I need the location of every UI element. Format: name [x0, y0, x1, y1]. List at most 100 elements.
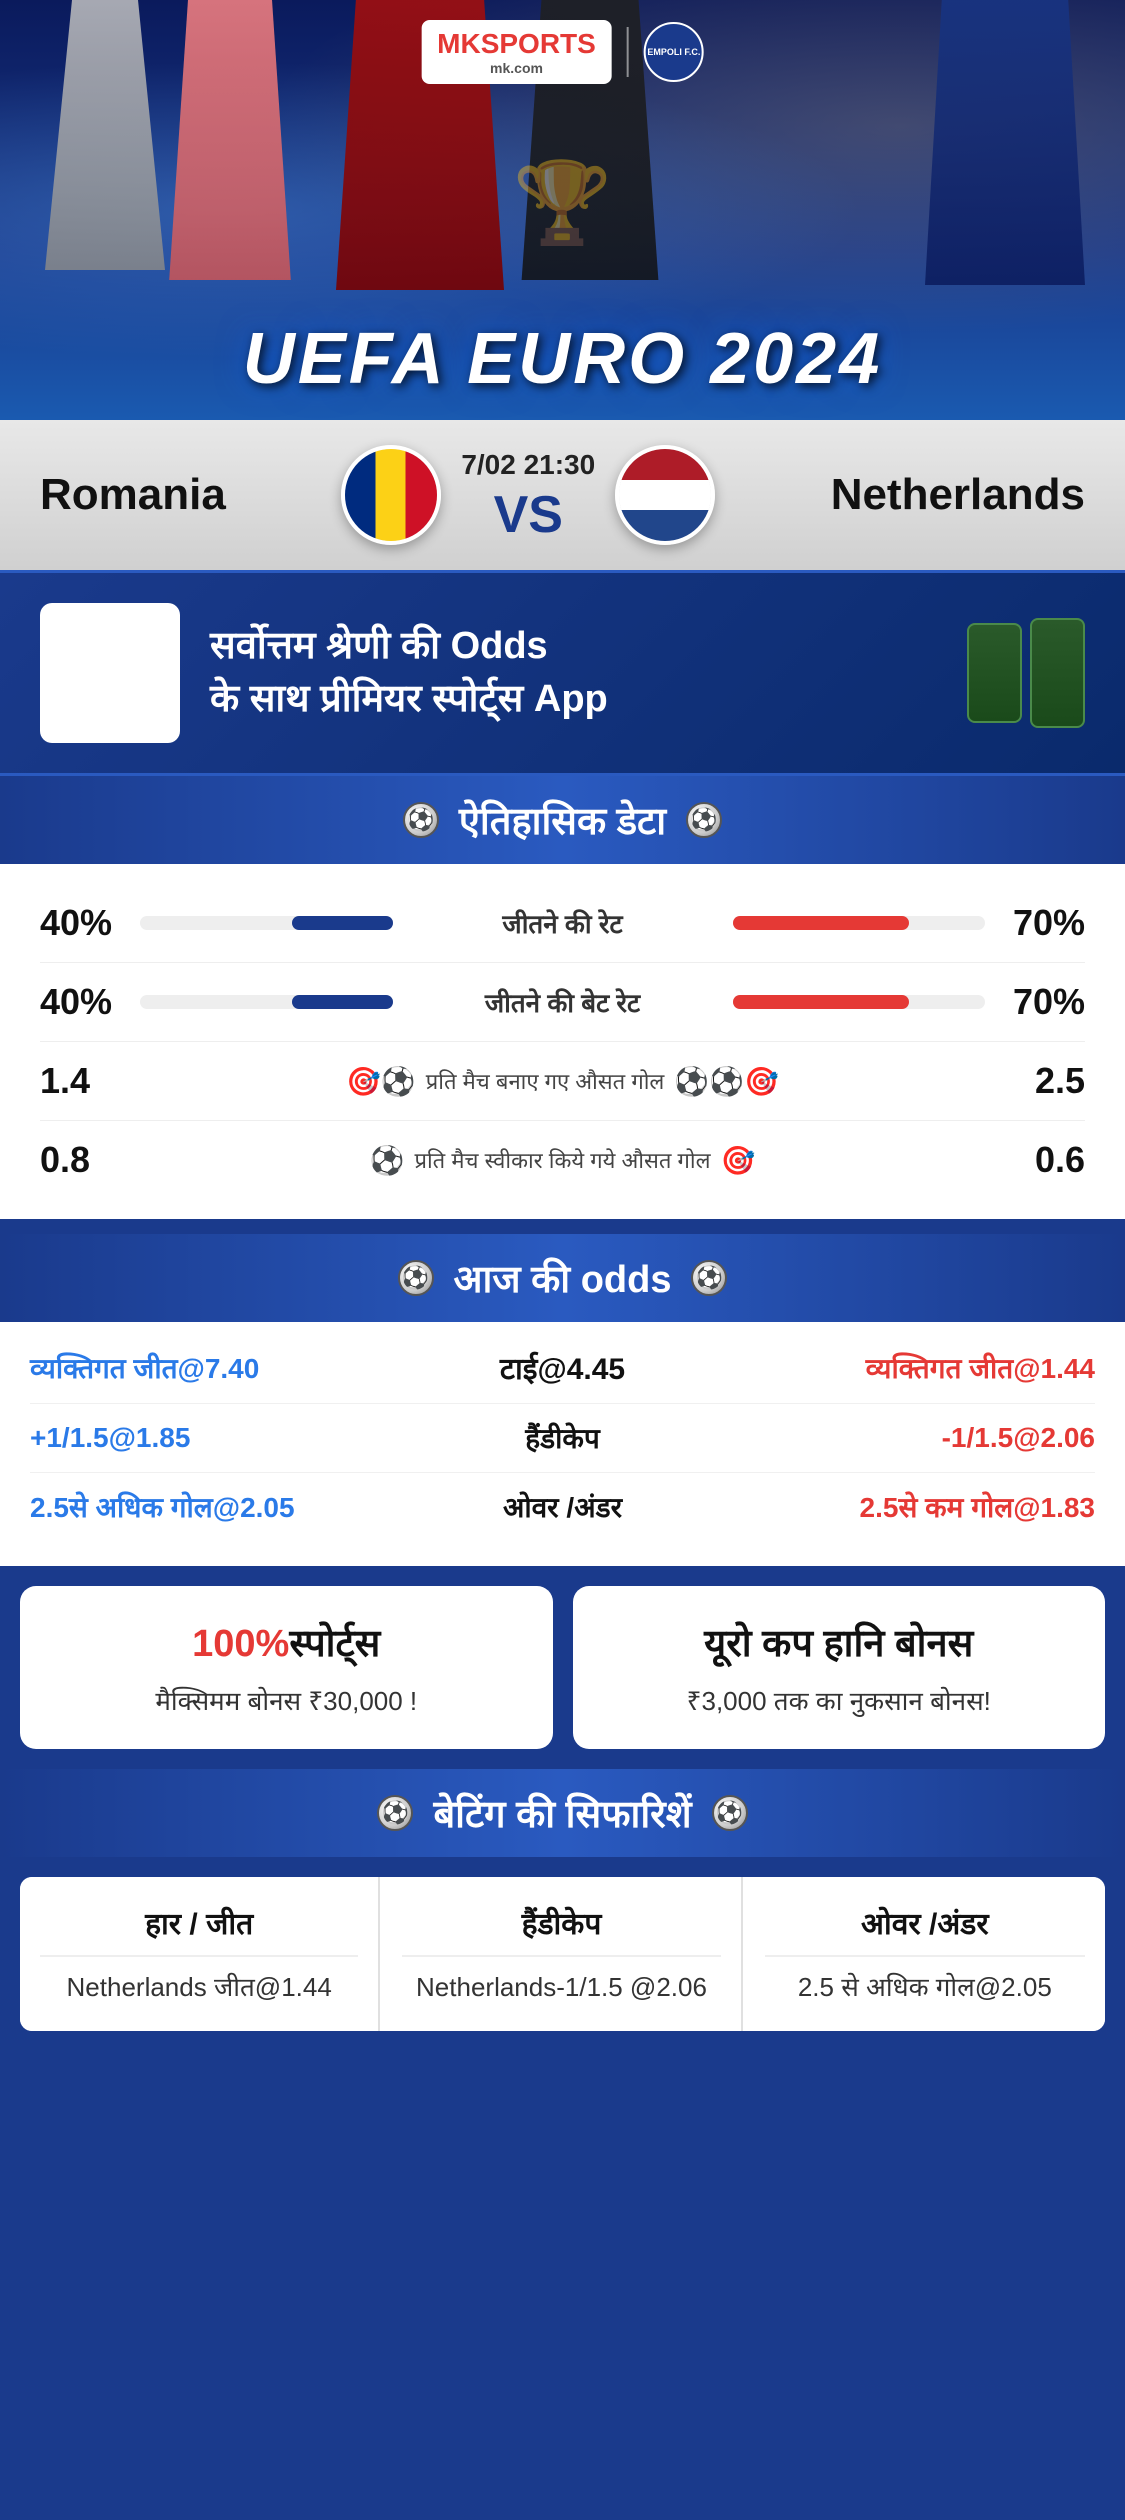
bet-rate-bar-right — [733, 995, 986, 1009]
odds-right-1: व्यक्तिगत जीत@1.44 — [795, 1349, 1095, 1387]
betting-col-3-value: 2.5 से अधिक गोल@2.05 — [765, 1969, 1085, 2005]
avg-goals-right-value: 2.5 — [985, 1060, 1085, 1102]
concede-icon-right: 🎯 — [721, 1144, 756, 1177]
logo-divider — [627, 27, 629, 77]
odds-ball-right: ⚽ — [691, 1260, 727, 1296]
betting-section: हार / जीत Netherlands जीत@1.44 हैंडीकेप … — [0, 1857, 1125, 2060]
odds-left-3: 2.5से अधिक गोल@2.05 — [30, 1488, 330, 1526]
hero-title: UEFA EURO 2024 — [0, 318, 1125, 400]
betting-ball-left: ⚽ — [377, 1795, 413, 1831]
betting-col-1-header: हार / जीत — [40, 1902, 358, 1957]
bet-rate-bar-left — [140, 995, 393, 1009]
win-rate-fill-right — [733, 916, 910, 930]
odds-left-1: व्यक्तिगत जीत@7.40 — [30, 1349, 330, 1387]
hero-logo: MKSPORTS mk.com EMPOLI F.C. — [421, 20, 704, 84]
odds-left-2: +1/1.5@1.85 — [30, 1422, 330, 1454]
trophy-icon: 🏆 — [513, 156, 613, 250]
match-date: 7/02 21:30 — [461, 449, 595, 481]
romania-flag — [341, 445, 441, 545]
match-center: 7/02 21:30 VS — [461, 449, 595, 541]
player-silhouette-5 — [905, 0, 1105, 285]
odds-right-2: -1/1.5@2.06 — [795, 1422, 1095, 1454]
odds-row-2: +1/1.5@1.85 हैंडीकेप -1/1.5@2.06 — [30, 1404, 1095, 1473]
player-silhouette-1 — [30, 0, 180, 270]
bet-rate-left-value: 40% — [40, 981, 120, 1023]
goal-icon-left: 🎯⚽ — [346, 1065, 416, 1098]
betting-cell-1: हार / जीत Netherlands जीत@1.44 — [20, 1877, 380, 2030]
avg-goals-row: 1.4 🎯⚽ प्रति मैच बनाए गए औसत गोल ⚽⚽🎯 2.5 — [40, 1042, 1085, 1121]
historical-data-title: ऐतिहासिक डेटा — [459, 794, 666, 846]
gap-1 — [0, 1219, 1125, 1234]
avg-concede-right-value: 0.6 — [985, 1139, 1085, 1181]
avg-goals-left-value: 1.4 — [40, 1060, 140, 1102]
bonus-card-2: यूरो कप हानि बोनस ₹3,000 तक का नुकसान बो… — [573, 1586, 1106, 1749]
bet-rate-label: जीतने की बेट रेट — [413, 984, 713, 1020]
match-section: Romania 7/02 21:30 VS Netherlands — [0, 420, 1125, 570]
soccer-ball-icon-right: ⚽ — [686, 802, 722, 838]
avg-concede-row: 0.8 ⚽ प्रति मैच स्वीकार किये गये औसत गोल… — [40, 1121, 1085, 1199]
flags-row: 7/02 21:30 VS — [341, 445, 715, 545]
odds-center-2: हैंडीकेप — [330, 1419, 795, 1457]
team-right-name: Netherlands — [831, 470, 1085, 520]
bet-rate-fill-left — [292, 995, 393, 1009]
netherlands-flag-colors — [619, 449, 711, 541]
betting-cell-3: ओवर /अंडर 2.5 से अधिक गोल@2.05 — [745, 1877, 1105, 2030]
bet-rate-row: 40% जीतने की बेट रेट 70% — [40, 963, 1085, 1042]
soccer-ball-icon-left: ⚽ — [403, 802, 439, 838]
bonus-card-1-desc: मैक्सिमम बोनस ₹30,000 ! — [45, 1683, 528, 1719]
win-rate-row: 40% जीतने की रेट 70% — [40, 884, 1085, 963]
win-rate-right-value: 70% — [1005, 902, 1085, 944]
player-silhouette-2 — [150, 0, 310, 280]
odds-center-3: ओवर /अंडर — [330, 1488, 795, 1526]
bet-rate-right-value: 70% — [1005, 981, 1085, 1023]
betting-col-2-value: Netherlands-1/1.5 @2.06 — [402, 1969, 720, 2005]
win-rate-bar-right — [733, 916, 986, 930]
nl-flag-blue — [619, 510, 711, 541]
betting-ball-right: ⚽ — [712, 1795, 748, 1831]
win-rate-left-value: 40% — [40, 902, 120, 944]
app-promo-phones — [885, 618, 1085, 728]
avg-goals-mid: 🎯⚽ प्रति मैच बनाए गए औसत गोल ⚽⚽🎯 — [160, 1065, 965, 1098]
odds-row-3: 2.5से अधिक गोल@2.05 ओवर /अंडर 2.5से कम ग… — [30, 1473, 1095, 1541]
phone-mockup-2 — [1030, 618, 1085, 728]
win-rate-label: जीतने की रेट — [413, 905, 713, 941]
team-left-name: Romania — [40, 470, 226, 520]
bonus-card-1-title: 100%स्पोर्ट्स — [45, 1616, 528, 1668]
odds-row-1: व्यक्तिगत जीत@7.40 टाई@4.45 व्यक्तिगत जी… — [30, 1332, 1095, 1404]
avg-concede-left-value: 0.8 — [40, 1139, 140, 1181]
odds-title: आज की odds — [454, 1252, 672, 1304]
empoli-logo: EMPOLI F.C. — [644, 22, 704, 82]
bonus-section: 100%स्पोर्ट्स मैक्सिमम बोनस ₹30,000 ! यू… — [0, 1566, 1125, 1769]
goal-icon-right: ⚽⚽🎯 — [674, 1065, 779, 1098]
mk-text: MK — [437, 28, 481, 59]
win-rate-fill-left — [292, 916, 393, 930]
app-promo-text: सर्वोत्तम श्रेणी की Odds के साथ प्रीमियर… — [210, 620, 855, 726]
historical-data-header: ⚽ ऐतिहासिक डेटा ⚽ — [0, 776, 1125, 864]
romania-flag-colors — [345, 449, 437, 541]
bonus-percent: 100% — [192, 1623, 289, 1665]
bonus-card-1: 100%स्पोर्ट्स मैक्सिमम बोनस ₹30,000 ! — [20, 1586, 553, 1749]
odds-right-3: 2.5से कम गोल@1.83 — [795, 1488, 1095, 1526]
stats-section: 40% जीतने की रेट 70% 40% जीतने की बेट रे… — [0, 864, 1125, 1219]
avg-goals-label: प्रति मैच बनाए गए औसत गोल — [426, 1066, 665, 1096]
concede-icon-left: ⚽ — [370, 1144, 405, 1177]
nl-flag-red — [619, 449, 711, 480]
odds-header: ⚽ आज की odds ⚽ — [0, 1234, 1125, 1322]
bonus-card-2-desc: ₹3,000 तक का नुकसान बोनस! — [598, 1683, 1081, 1719]
phone-mockup-1 — [967, 623, 1022, 723]
app-promo-section: सर्वोत्तम श्रेणी की Odds के साथ प्रीमियर… — [0, 570, 1125, 776]
bonus-card-2-title: यूरो कप हानि बोनस — [598, 1616, 1081, 1668]
odds-section: व्यक्तिगत जीत@7.40 टाई@4.45 व्यक्तिगत जी… — [0, 1322, 1125, 1566]
mk-sports-logo: MKSPORTS mk.com — [421, 20, 612, 84]
betting-col-1-value: Netherlands जीत@1.44 — [40, 1969, 358, 2005]
netherlands-flag — [615, 445, 715, 545]
avg-concede-label: प्रति मैच स्वीकार किये गये औसत गोल — [414, 1145, 710, 1175]
bet-rate-fill-right — [733, 995, 910, 1009]
betting-title: बेटिंग की सिफारिशें — [433, 1787, 691, 1839]
app-promo-box — [40, 603, 180, 743]
avg-concede-mid: ⚽ प्रति मैच स्वीकार किये गये औसत गोल 🎯 — [160, 1144, 965, 1177]
betting-header: ⚽ बेटिंग की सिफारिशें ⚽ — [0, 1769, 1125, 1857]
match-vs: VS — [494, 489, 563, 541]
betting-cell-2: हैंडीकेप Netherlands-1/1.5 @2.06 — [382, 1877, 742, 2030]
hero-section: 🏆 MKSPORTS mk.com EMPOLI F.C. UEFA EURO … — [0, 0, 1125, 420]
